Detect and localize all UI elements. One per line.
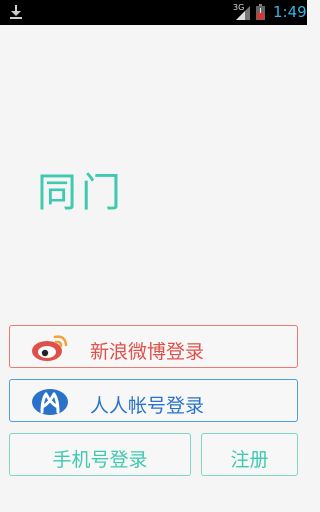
battery-icon: [256, 4, 265, 20]
phone-login-label: 手机号登录: [52, 449, 148, 471]
weibo-login-button[interactable]: 新浪微博登录: [9, 325, 298, 368]
renren-login-label: 人人帐号登录: [90, 395, 205, 417]
download-icon: [10, 5, 22, 19]
register-label: 注册: [230, 449, 269, 471]
app-title: 同门: [37, 170, 125, 216]
weibo-login-label: 新浪微博登录: [90, 341, 205, 363]
phone-login-button[interactable]: 手机号登录: [9, 433, 191, 476]
status-bar: 3G 1:49: [0, 0, 307, 25]
renren-icon: [32, 389, 68, 415]
renren-login-button[interactable]: 人人帐号登录: [9, 379, 298, 422]
signal-icon: [236, 6, 250, 20]
weibo-icon: [32, 335, 68, 361]
register-button[interactable]: 注册: [201, 433, 298, 476]
clock: 1:49: [273, 3, 307, 21]
